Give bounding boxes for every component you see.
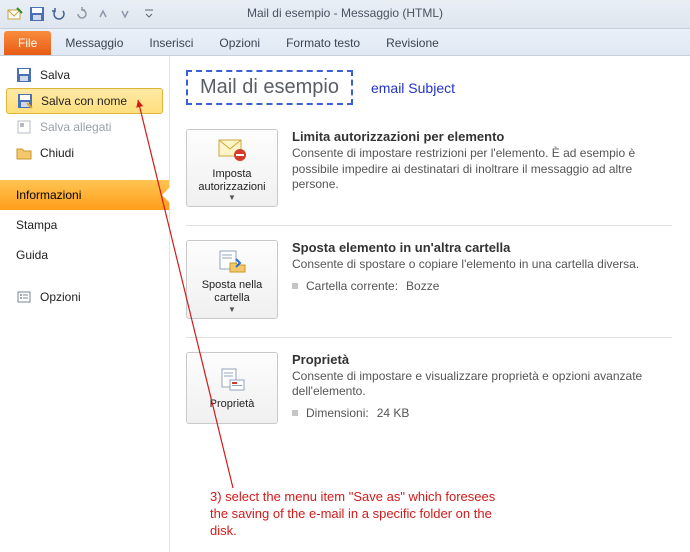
tab-file-label: File — [18, 36, 37, 50]
move-to-folder-button[interactable]: Sposta nella cartella ▼ — [186, 240, 278, 318]
tab-opzioni[interactable]: Opzioni — [207, 31, 272, 55]
set-permissions-button[interactable]: Imposta autorizzazioni ▼ — [186, 129, 278, 207]
qat-customize-icon[interactable] — [140, 5, 158, 23]
subject-label: email Subject — [371, 80, 455, 96]
properties-icon — [218, 366, 246, 394]
tab-formato-testo[interactable]: Formato testo — [274, 31, 372, 55]
save-as-icon — [17, 93, 33, 109]
section-properties: Proprietà Proprietà Consente di impostar… — [186, 352, 672, 442]
sidebar-item-salva-allegati: Salva allegati — [0, 114, 169, 140]
section-title: Limita autorizzazioni per elemento — [292, 129, 672, 144]
kv-label: Cartella corrente: — [306, 279, 398, 293]
undo-icon[interactable] — [50, 5, 68, 23]
sidebar-item-label: Guida — [16, 248, 48, 262]
tab-messaggio[interactable]: Messaggio — [53, 31, 135, 55]
quick-access-toolbar — [0, 5, 164, 23]
sidebar-item-salva[interactable]: Salva — [0, 62, 169, 88]
save-icon — [16, 67, 32, 83]
save-icon[interactable] — [28, 5, 46, 23]
kv-label: Dimensioni: — [306, 406, 369, 420]
sidebar-item-label: Informazioni — [16, 188, 81, 202]
sidebar-item-label: Salva allegati — [40, 120, 111, 134]
bullet-icon — [292, 410, 298, 416]
sidebar-item-label: Chiudi — [40, 146, 74, 160]
bullet-icon — [292, 283, 298, 289]
sidebar-item-chiudi[interactable]: Chiudi — [0, 140, 169, 166]
tab-revisione[interactable]: Revisione — [374, 31, 451, 55]
options-icon — [16, 289, 32, 305]
sidebar-item-label: Stampa — [16, 218, 57, 232]
sidebar-item-label: Opzioni — [40, 290, 81, 304]
section-move: Sposta nella cartella ▼ Sposta elemento … — [186, 240, 672, 337]
section-title: Sposta elemento in un'altra cartella — [292, 240, 672, 255]
sidebar-item-opzioni[interactable]: Opzioni — [0, 284, 169, 310]
attachments-icon — [16, 119, 32, 135]
sidebar-item-salva-con-nome[interactable]: Salva con nome — [6, 88, 163, 114]
title-bar: Mail di esempio - Messaggio (HTML) — [0, 0, 690, 29]
redo-icon[interactable] — [72, 5, 90, 23]
envelope-restrict-icon — [218, 136, 246, 164]
backstage: Salva Salva con nome Salva allegati Chiu… — [0, 56, 690, 552]
subject-value-box: Mail di esempio — [186, 70, 353, 105]
sidebar-item-stampa[interactable]: Stampa — [0, 210, 169, 240]
dropdown-arrow-icon: ▼ — [228, 193, 236, 202]
button-label: Proprietà — [210, 398, 255, 411]
next-icon[interactable] — [116, 5, 134, 23]
backstage-sidebar: Salva Salva con nome Salva allegati Chiu… — [0, 56, 170, 552]
current-folder-row: Cartella corrente: Bozze — [292, 279, 672, 293]
tab-inserisci[interactable]: Inserisci — [137, 31, 205, 55]
backstage-content: Mail di esempio email Subject Imposta au… — [170, 56, 690, 552]
section-title: Proprietà — [292, 352, 672, 367]
button-label: Imposta autorizzazioni — [191, 168, 273, 193]
ribbon-tabs: File Messaggio Inserisci Opzioni Formato… — [0, 29, 690, 56]
window-title: Mail di esempio - Messaggio (HTML) — [247, 6, 443, 20]
close-folder-icon — [16, 145, 32, 161]
kv-value: 24 KB — [377, 406, 410, 420]
properties-button[interactable]: Proprietà — [186, 352, 278, 424]
section-desc: Consente di impostare e visualizzare pro… — [292, 369, 672, 400]
sidebar-item-guida[interactable]: Guida — [0, 240, 169, 270]
previous-icon[interactable] — [94, 5, 112, 23]
tab-file[interactable]: File — [4, 31, 51, 55]
sidebar-item-label: Salva — [40, 68, 70, 82]
send-icon[interactable] — [6, 5, 24, 23]
sidebar-item-informazioni[interactable]: Informazioni — [0, 180, 169, 210]
button-label: Sposta nella cartella — [191, 279, 273, 304]
size-row: Dimensioni: 24 KB — [292, 406, 672, 420]
section-desc: Consente di impostare restrizioni per l'… — [292, 146, 672, 193]
sidebar-item-label: Salva con nome — [41, 94, 127, 108]
dropdown-arrow-icon: ▼ — [228, 305, 236, 314]
section-permissions: Imposta autorizzazioni ▼ Limita autorizz… — [186, 129, 672, 226]
kv-value: Bozze — [406, 279, 439, 293]
subject-value: Mail di esempio — [200, 76, 339, 98]
section-desc: Consente di spostare o copiare l'element… — [292, 257, 672, 273]
move-folder-icon — [218, 247, 246, 275]
subject-row: Mail di esempio email Subject — [186, 70, 672, 105]
